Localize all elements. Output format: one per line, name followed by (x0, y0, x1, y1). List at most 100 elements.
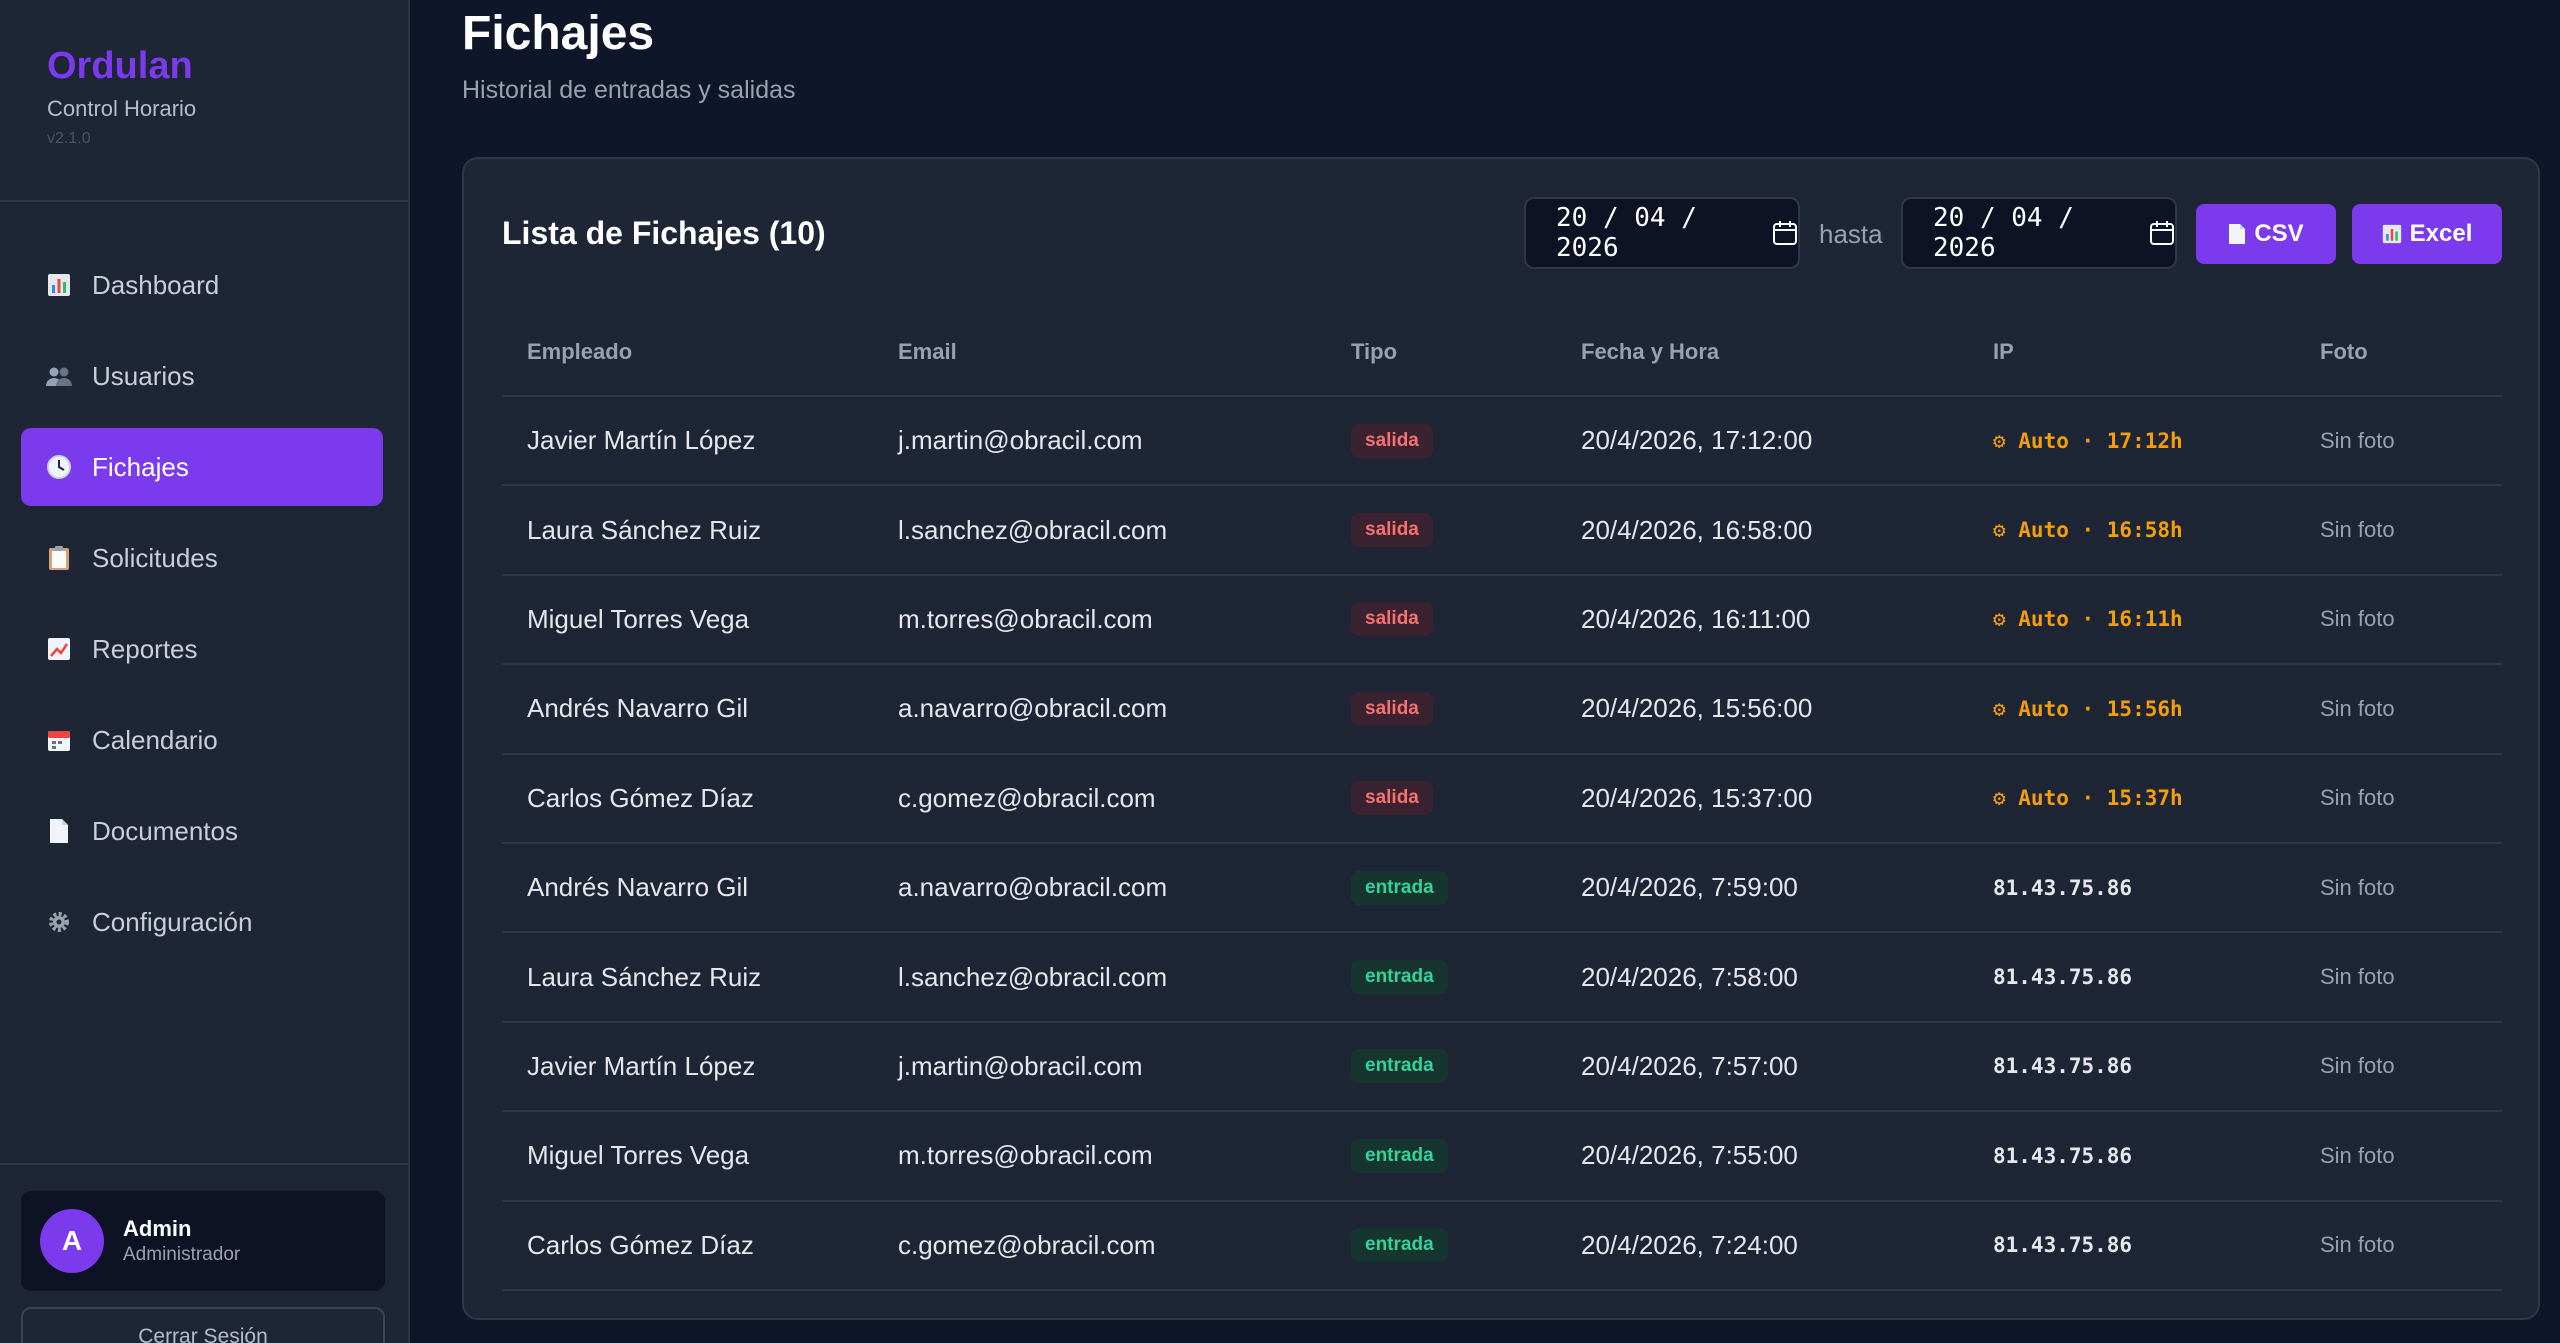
cell-email: m.torres@obracil.com (898, 603, 1153, 634)
tipo-badge: entrada (1351, 960, 1448, 995)
cell-empleado: Laura Sánchez Ruiz (527, 961, 762, 992)
cell-fecha: 20/4/2026, 16:58:00 (1581, 514, 1813, 545)
cell-foto: Sin foto (2320, 695, 2395, 721)
avatar: A (40, 1209, 104, 1273)
cell-email: l.sanchez@obracil.com (898, 961, 1168, 992)
tipo-badge: entrada (1351, 1049, 1448, 1084)
tipo-badge: salida (1351, 513, 1433, 548)
sidebar-item-reportes[interactable]: Reportes (21, 610, 383, 688)
cell-fecha: 20/4/2026, 7:55:00 (1581, 1140, 1798, 1171)
ip-value: ⚙ Auto · 16:11h (1993, 607, 2183, 632)
table-row[interactable]: Javier Martín López j.martin@obracil.com s… (502, 397, 2502, 487)
cell-fecha: 20/4/2026, 7:57:00 (1581, 1050, 1798, 1081)
sidebar-item-documentos[interactable]: Documentos (21, 792, 383, 870)
cell-foto: Sin foto (2320, 427, 2395, 453)
table-row[interactable]: Miguel Torres Vega m.torres@obracil.com sa… (502, 576, 2502, 666)
sidebar-item-dashboard[interactable]: Dashboard (21, 246, 383, 324)
cell-ip: 81.43.75.86 (1993, 876, 2320, 900)
cell-ip: 81.43.75.86 (1993, 1233, 2320, 1257)
calendar-icon[interactable] (2149, 220, 2175, 246)
sidebar-item-usuarios[interactable]: Usuarios (21, 337, 383, 415)
table-row[interactable]: Laura Sánchez Ruiz l.sanchez@obracil.com e… (502, 933, 2502, 1023)
sidebar-item-fichajes[interactable]: Fichajes (21, 428, 383, 506)
cell-ip: 81.43.75.86 (1993, 965, 2320, 989)
sidebar-item-solicitudes[interactable]: Solicitudes (21, 519, 383, 597)
table-row[interactable]: Javier Martín López j.martin@obracil.com e… (502, 1023, 2502, 1113)
cell-fecha: 20/4/2026, 17:12:00 (1581, 425, 1813, 456)
cell-fecha: 20/4/2026, 15:56:00 (1581, 693, 1813, 724)
export-csv-label: CSV (2254, 220, 2304, 247)
table-row[interactable]: Laura Sánchez Ruiz l.sanchez@obracil.com s… (502, 486, 2502, 576)
column-header-email[interactable]: Email (898, 339, 1351, 365)
cell-ip: ⚙ Auto · 15:56h (1993, 697, 2320, 721)
card-title: Lista de Fichajes (10) (502, 215, 826, 251)
cell-empleado: Andrés Navarro Gil (527, 693, 749, 724)
cell-fecha: 20/4/2026, 7:24:00 (1581, 1229, 1798, 1260)
page-title: Fichajes (462, 7, 655, 60)
calendar-icon[interactable] (1772, 220, 1798, 246)
cell-fecha: 20/4/2026, 16:11:00 (1581, 603, 1811, 634)
export-excel-button[interactable]: Excel (2352, 204, 2502, 264)
sidebar-item-configuracion[interactable]: Configuración (21, 883, 383, 961)
cell-foto: Sin foto (2320, 1232, 2395, 1258)
ip-value: ⚙ Auto · 17:12h (1993, 428, 2183, 453)
date-from-input[interactable]: 20 / 04 / 2026 (1524, 197, 1800, 269)
cell-email: l.sanchez@obracil.com (898, 514, 1168, 545)
user-name: Admin (123, 1216, 192, 1241)
fichajes-card: Lista de Fichajes (10) 20 / 04 / 2026 ha… (462, 157, 2540, 1320)
tipo-badge: salida (1351, 602, 1433, 637)
fichajes-table: Empleado Email Tipo Fecha y Hora IP Foto… (502, 309, 2502, 1291)
brand-name[interactable]: Ordulan (47, 44, 361, 88)
cell-email: a.navarro@obracil.com (898, 872, 1168, 903)
cell-foto: Sin foto (2320, 785, 2395, 811)
cell-foto: Sin foto (2320, 606, 2395, 632)
clipboard-icon (46, 545, 72, 571)
table-body: Javier Martín López j.martin@obracil.com s… (502, 397, 2502, 1291)
ip-value: ⚙ Auto · 16:58h (1993, 518, 2183, 543)
cell-empleado: Carlos Gómez Díaz (527, 1229, 754, 1260)
logout-button[interactable]: Cerrar Sesión (21, 1307, 385, 1343)
calendar-icon (46, 727, 72, 753)
column-header-ip[interactable]: IP (1993, 339, 2320, 365)
column-header-foto[interactable]: Foto (2320, 339, 2500, 365)
ip-value: ⚙ Auto · 15:56h (1993, 696, 2183, 721)
column-header-fecha[interactable]: Fecha y Hora (1581, 339, 1993, 365)
tipo-badge: entrada (1351, 870, 1448, 905)
table-row[interactable]: Andrés Navarro Gil a.navarro@obracil.com s… (502, 665, 2502, 755)
cell-foto: Sin foto (2320, 517, 2395, 543)
sidebar-item-calendario[interactable]: Calendario (21, 701, 383, 779)
sidebar: Ordulan Control Horario v2.1.0 Dashboard… (0, 0, 410, 1343)
table-row[interactable]: Andrés Navarro Gil a.navarro@obracil.com e… (502, 844, 2502, 934)
cell-ip: ⚙ Auto · 16:11h (1993, 607, 2320, 631)
sidebar-item-label: Solicitudes (92, 542, 218, 573)
table-header: Empleado Email Tipo Fecha y Hora IP Foto (502, 309, 2502, 397)
cell-foto: Sin foto (2320, 874, 2395, 900)
column-header-tipo[interactable]: Tipo (1351, 339, 1581, 365)
cell-ip: 81.43.75.86 (1993, 1054, 2320, 1078)
cell-tipo: salida (1351, 691, 1581, 726)
cell-foto: Sin foto (2320, 1053, 2395, 1079)
cell-ip: ⚙ Auto · 15:37h (1993, 786, 2320, 810)
cell-empleado: Miguel Torres Vega (527, 603, 750, 634)
cell-tipo: entrada (1351, 1049, 1581, 1084)
date-range-separator: hasta (1819, 219, 1883, 249)
user-role: Administrador (123, 1244, 241, 1265)
table-row[interactable]: Carlos Gómez Díaz c.gomez@obracil.com entr… (502, 1202, 2502, 1291)
user-card[interactable]: A Admin Administrador (21, 1191, 385, 1291)
date-to-input[interactable]: 20 / 04 / 2026 (1901, 197, 2177, 269)
cell-tipo: entrada (1351, 960, 1581, 995)
column-header-empleado[interactable]: Empleado (502, 339, 898, 365)
tipo-badge: salida (1351, 691, 1433, 726)
cell-ip: ⚙ Auto · 16:58h (1993, 518, 2320, 542)
sidebar-footer: A Admin Administrador Cerrar Sesión (0, 1163, 408, 1343)
date-from-value: 20 / 04 / 2026 (1556, 203, 1697, 263)
cell-tipo: entrada (1351, 870, 1581, 905)
tipo-badge: salida (1351, 781, 1433, 816)
table-row[interactable]: Carlos Gómez Díaz c.gomez@obracil.com sali… (502, 755, 2502, 844)
document-icon (46, 818, 72, 844)
bar-chart-icon (46, 272, 72, 298)
sidebar-item-label: Fichajes (92, 451, 189, 482)
export-csv-button[interactable]: CSV (2196, 204, 2336, 264)
table-row[interactable]: Miguel Torres Vega m.torres@obracil.com en… (502, 1112, 2502, 1202)
cell-tipo: salida (1351, 513, 1581, 548)
